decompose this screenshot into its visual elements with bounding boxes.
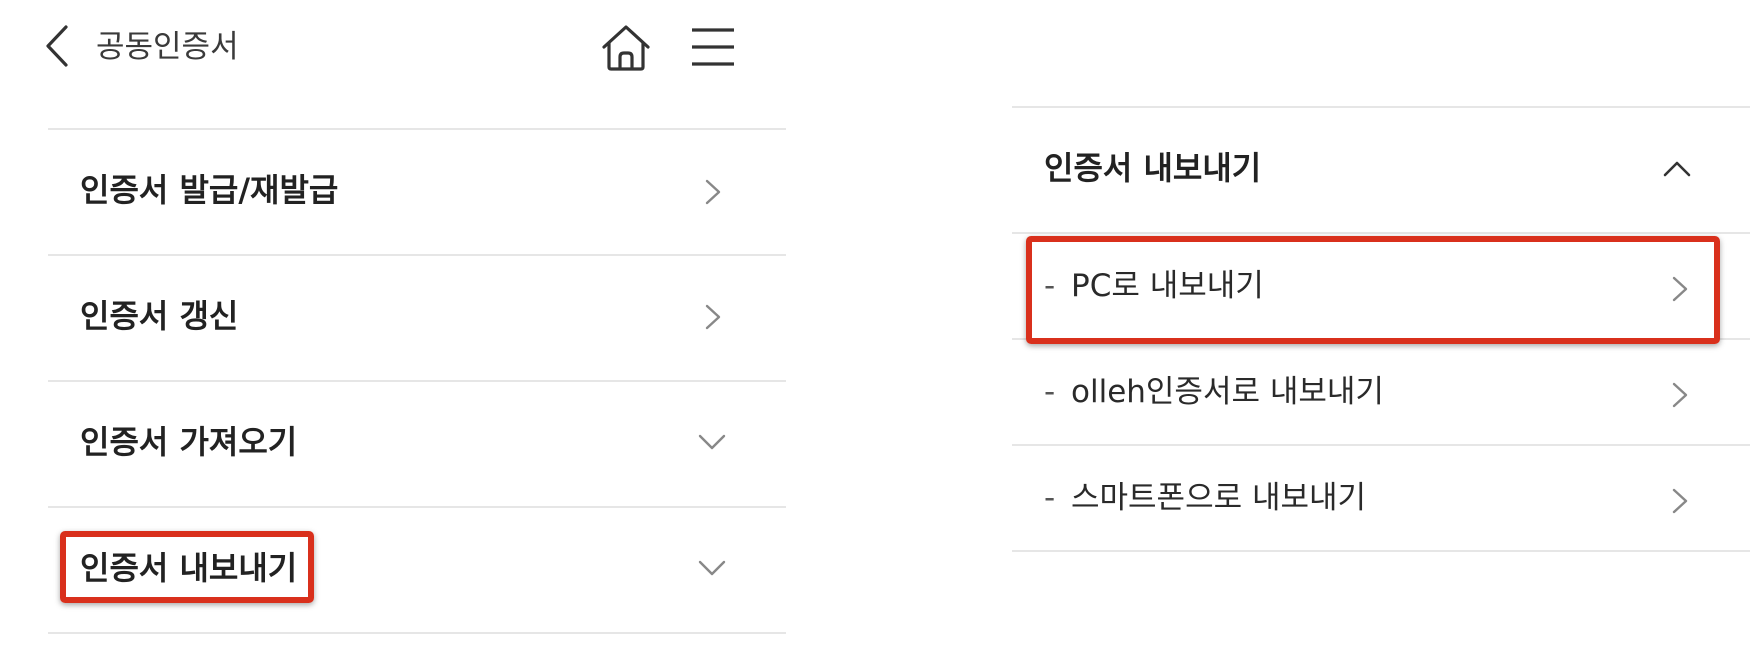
sub-item-label: olleh인증서로 내보내기 bbox=[1071, 374, 1384, 410]
chevron-right-icon bbox=[1672, 488, 1688, 514]
page-title: 공동인증서 bbox=[96, 29, 239, 65]
menu-item-label: 인증서 발급/재발급 bbox=[80, 171, 339, 209]
menu-button[interactable] bbox=[690, 26, 736, 70]
chevron-down-icon bbox=[698, 434, 726, 450]
back-button[interactable] bbox=[42, 22, 82, 70]
chevron-left-icon bbox=[46, 25, 68, 67]
menu-item-label: 인증서 갱신 bbox=[80, 297, 239, 335]
chevron-down-icon bbox=[698, 560, 726, 576]
menu-item-label: 인증서 가져오기 bbox=[80, 423, 298, 461]
list-bullet: - bbox=[1044, 374, 1056, 410]
section-title: 인증서 내보내기 bbox=[1044, 149, 1262, 187]
hamburger-menu-icon bbox=[692, 28, 734, 66]
divider bbox=[1012, 550, 1750, 552]
home-icon bbox=[602, 25, 650, 71]
sub-item-label: 스마트폰으로 내보내기 bbox=[1071, 480, 1367, 516]
chevron-right-icon bbox=[705, 304, 721, 330]
divider bbox=[48, 632, 786, 634]
list-bullet: - bbox=[1044, 480, 1056, 516]
highlight-box-pc-export bbox=[1026, 236, 1720, 344]
chevron-up-icon bbox=[1663, 161, 1691, 177]
chevron-right-icon bbox=[1672, 382, 1688, 408]
chevron-right-icon bbox=[705, 179, 721, 205]
home-button[interactable] bbox=[600, 22, 652, 74]
highlight-box-export bbox=[60, 531, 314, 603]
